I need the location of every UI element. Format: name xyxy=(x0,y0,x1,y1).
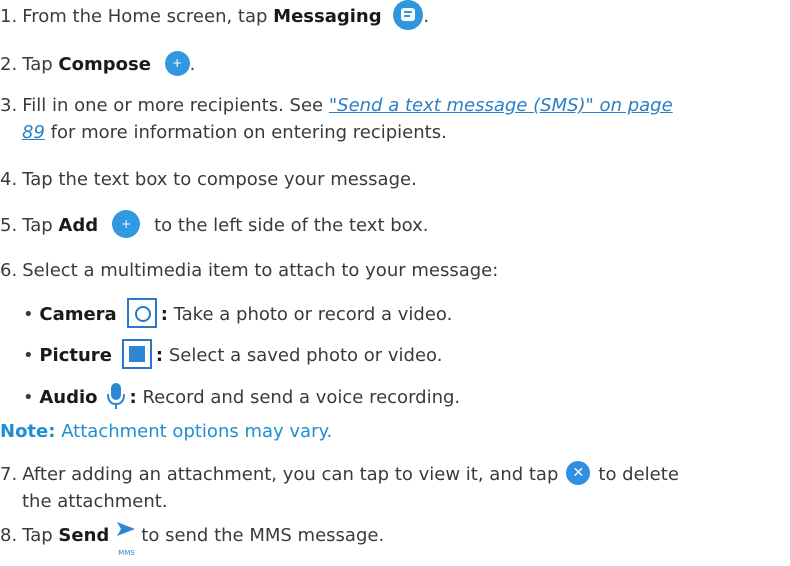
step-number: 6. xyxy=(0,260,18,281)
step-number: 7. xyxy=(0,464,18,485)
step-3-cont: 89 for more information on entering reci… xyxy=(22,120,447,146)
add-plus-icon: + xyxy=(112,210,141,238)
step-text: Select a multimedia item to attach to yo… xyxy=(22,260,499,281)
step-5: 5. Tap Add + to the left side of the text b… xyxy=(0,210,428,240)
step-text: the attachment. xyxy=(22,491,168,512)
step-6: 6. Select a multimedia item to attach to … xyxy=(0,258,498,284)
step-8: 8. Tap Send MMS to send the MMS message. xyxy=(0,520,384,557)
step-text: After adding an attachment, you can tap … xyxy=(22,464,559,485)
bullet-audio: • Audio : Record and send a voice record… xyxy=(23,383,460,413)
add-label: Add xyxy=(58,215,99,236)
note-text: Attachment options may vary. xyxy=(61,421,333,442)
mms-label: MMS xyxy=(118,549,135,557)
step-number: 5. xyxy=(0,215,18,236)
messaging-icon xyxy=(393,0,424,30)
messaging-label: Messaging xyxy=(273,6,382,27)
step-text: Tap xyxy=(22,54,53,75)
step-4: 4. Tap the text box to compose your messa… xyxy=(0,167,417,193)
step-text: Fill in one or more recipients. See xyxy=(22,95,324,116)
note-label: Note: xyxy=(0,421,56,442)
microphone-icon xyxy=(106,381,126,411)
send-sms-link[interactable]: "Send a text message (SMS)" on page xyxy=(329,95,673,116)
bullet-text: Take a photo or record a video. xyxy=(173,304,453,325)
send-icon: MMS xyxy=(113,520,139,557)
bullet-camera: • Camera: Take a photo or record a video… xyxy=(23,298,453,330)
step-text: From the Home screen, tap xyxy=(22,6,268,27)
picture-label: Picture xyxy=(39,345,112,366)
step-text: Tap the text box to compose your message… xyxy=(22,169,417,190)
step-text: Tap xyxy=(22,525,53,546)
step-text: Tap xyxy=(22,215,53,236)
step-number: 4. xyxy=(0,169,18,190)
step-7-cont: the attachment. xyxy=(22,489,168,515)
picture-icon xyxy=(121,339,152,369)
step-number: 2. xyxy=(0,54,18,75)
camera-icon xyxy=(126,298,157,328)
send-label: Send xyxy=(58,525,110,546)
audio-label: Audio xyxy=(39,387,98,408)
step-text: for more information on entering recipie… xyxy=(50,122,447,143)
bullet-text: Record and send a voice recording. xyxy=(142,387,461,408)
step-2: 2. Tap Compose +. xyxy=(0,50,195,78)
step-7: 7. After adding an attachment, you can ta… xyxy=(0,461,679,488)
note: Note: Attachment options may vary. xyxy=(0,419,332,445)
camera-label: Camera xyxy=(39,304,117,325)
bullet-picture: • Picture: Select a saved photo or video… xyxy=(23,339,443,371)
step-number: 1. xyxy=(0,6,18,27)
step-3: 3. Fill in one or more recipients. See "S… xyxy=(0,93,673,119)
step-number: 8. xyxy=(0,525,18,546)
step-1: 1. From the Home screen, tap Messaging . xyxy=(0,0,429,32)
bullet-text: Select a saved photo or video. xyxy=(168,345,443,366)
page-89-link[interactable]: 89 xyxy=(22,122,45,143)
step-number: 3. xyxy=(0,95,18,116)
delete-x-icon: ✕ xyxy=(566,461,591,485)
compose-label: Compose xyxy=(58,54,151,75)
compose-plus-icon: + xyxy=(164,50,190,76)
